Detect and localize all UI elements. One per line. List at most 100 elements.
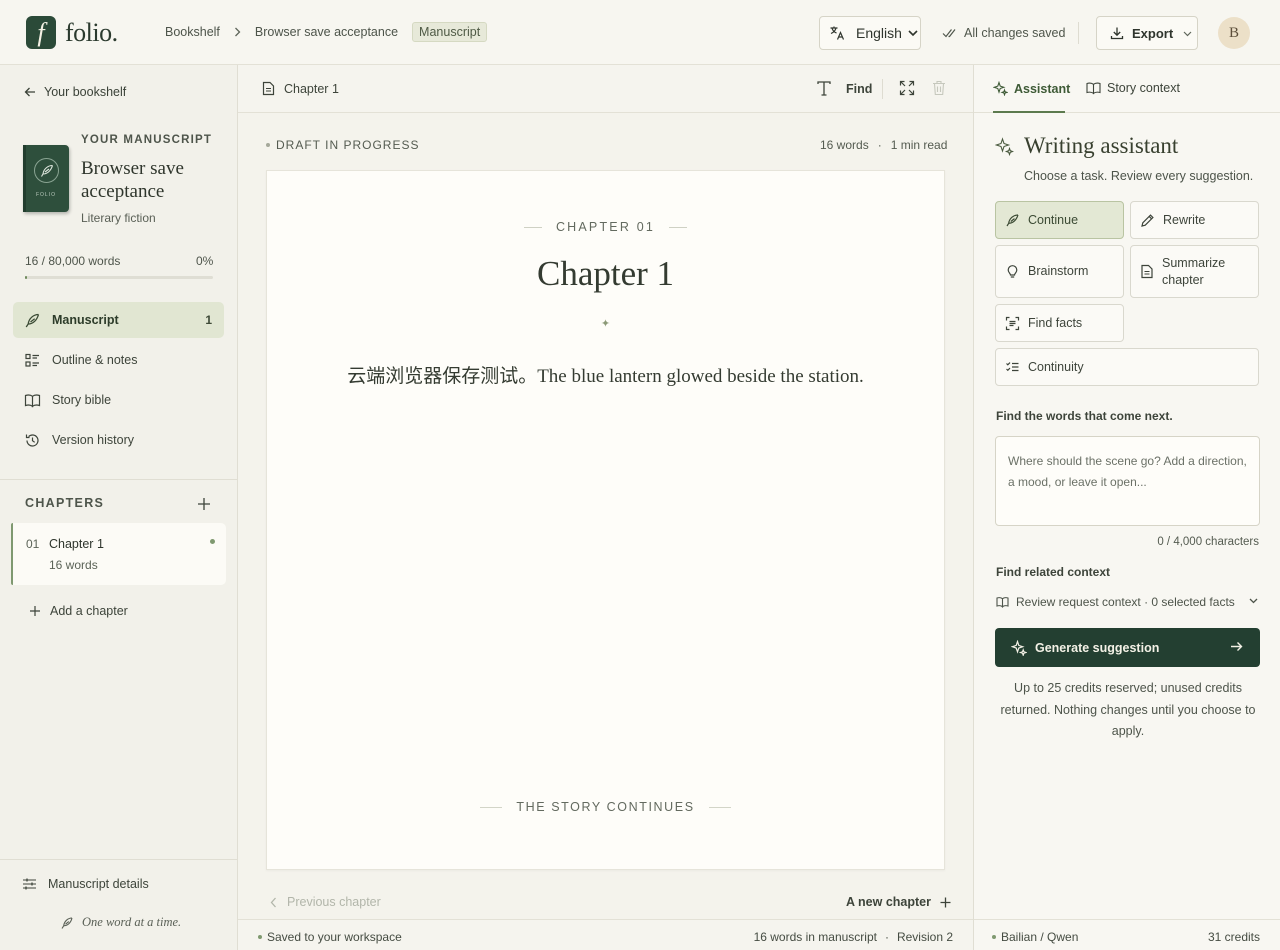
chapter-body-text[interactable]: 云端浏览器保存测试。The blue lantern glowed beside… xyxy=(267,361,944,388)
task-label: Rewrite xyxy=(1163,212,1206,227)
export-label: Export xyxy=(1132,25,1174,41)
chapter-title: Chapter 1 xyxy=(49,537,104,551)
workspace-save-label: Saved to your workspace xyxy=(267,930,402,944)
tab-label: Story context xyxy=(1107,81,1180,95)
manuscript-genre: Literary fiction xyxy=(81,211,156,225)
panel-tabs: Assistant Story context xyxy=(974,65,1280,113)
previous-chapter-button[interactable]: Previous chapter xyxy=(270,895,381,909)
sliders-icon xyxy=(22,877,37,891)
book-cover: FOLIO xyxy=(23,145,69,212)
character-count: 0 / 4,000 characters xyxy=(1157,536,1259,548)
prompt-input[interactable] xyxy=(995,436,1260,526)
new-chapter-button[interactable]: A new chapter xyxy=(846,895,951,909)
breadcrumb: Bookshelf Browser save acceptance Manusc… xyxy=(165,22,488,42)
chevron-down-icon xyxy=(1183,30,1192,37)
tab-label: Assistant xyxy=(1014,81,1071,96)
generate-suggestion-button[interactable]: Generate suggestion xyxy=(995,628,1260,667)
sparkle-icon xyxy=(1011,639,1027,656)
history-icon xyxy=(24,432,41,449)
language-select[interactable]: English xyxy=(819,16,921,50)
manuscript-word-count: 16 words in manuscript xyxy=(753,930,877,944)
manuscript-page[interactable]: CHAPTER 01 Chapter 1 ✦ 云端浏览器保存测试。The blu… xyxy=(266,170,945,870)
logo[interactable]: f folio. xyxy=(26,16,118,49)
chapter-word-count: 16 words xyxy=(49,558,98,572)
outline-icon xyxy=(24,352,41,369)
manuscript-details-button[interactable]: Manuscript details xyxy=(22,877,149,891)
assistant-panel: Assistant Story context Writing assistan… xyxy=(973,65,1280,950)
scan-text-icon xyxy=(1005,316,1020,331)
back-to-bookshelf[interactable]: Your bookshelf xyxy=(24,85,126,99)
breadcrumb-current: Manuscript xyxy=(412,22,488,42)
sidebar-item-outline[interactable]: Outline & notes xyxy=(13,342,224,378)
prompt-label: Find the words that come next. xyxy=(996,409,1173,423)
sidebar-item-story-bible[interactable]: Story bible xyxy=(13,382,224,418)
feather-icon xyxy=(60,916,74,930)
separator-dot: · xyxy=(884,930,889,944)
book-icon xyxy=(24,392,41,409)
chapter-title[interactable]: Chapter 1 xyxy=(267,254,944,294)
sparkle-icon xyxy=(995,136,1014,156)
task-summarize-button[interactable]: Summarize chapter xyxy=(1130,245,1259,298)
double-check-icon xyxy=(942,28,957,38)
document-icon xyxy=(1140,264,1154,279)
arrow-right-icon xyxy=(1230,640,1243,653)
reading-meta: 16 words · 1 min read xyxy=(820,138,947,152)
nav-label: Version history xyxy=(52,433,134,447)
lightbulb-icon xyxy=(1005,264,1020,279)
manuscript-eyebrow: YOUR MANUSCRIPT xyxy=(81,134,213,146)
separator-dot: · xyxy=(877,138,882,152)
tab-story-context[interactable]: Story context xyxy=(1086,81,1180,95)
manuscript-stats: 16 words in manuscript · Revision 2 xyxy=(754,930,953,944)
breadcrumb-bookshelf[interactable]: Bookshelf xyxy=(165,25,220,39)
avatar[interactable]: B xyxy=(1218,17,1250,49)
word-count: 16 words xyxy=(820,138,869,152)
save-status-label: All changes saved xyxy=(964,26,1066,40)
sparkle-icon xyxy=(993,81,1008,96)
manuscript-title: Browser save acceptance xyxy=(81,158,184,202)
draft-status: DRAFT IN PROGRESS xyxy=(266,138,419,152)
task-find-facts-button[interactable]: Find facts xyxy=(995,304,1124,342)
chapter-number: 01 xyxy=(26,537,40,551)
plus-icon xyxy=(29,605,41,617)
sidebar-item-manuscript[interactable]: Manuscript 1 xyxy=(13,302,224,338)
cover-brand: FOLIO xyxy=(35,192,56,198)
assistant-title: Writing assistant xyxy=(995,133,1178,159)
provider-label: Bailian / Qwen xyxy=(1001,930,1079,944)
export-button[interactable]: Export xyxy=(1096,16,1198,50)
task-rewrite-button[interactable]: Rewrite xyxy=(1130,201,1259,239)
find-button[interactable]: Find xyxy=(846,82,872,96)
tab-assistant[interactable]: Assistant xyxy=(993,81,1070,96)
rule-right xyxy=(708,806,731,808)
assistant-subtitle: Choose a task. Review every suggestion. xyxy=(1024,169,1254,183)
expand-icon[interactable] xyxy=(899,80,915,96)
trash-icon[interactable] xyxy=(932,80,946,96)
credits-balance: 31 credits xyxy=(1207,930,1260,944)
download-icon xyxy=(1110,26,1124,40)
context-select[interactable]: Review request context · 0 selected fact… xyxy=(996,595,1258,609)
status-dot xyxy=(258,935,262,939)
chevron-left-icon xyxy=(270,897,277,908)
book-icon xyxy=(1086,81,1101,95)
divider xyxy=(0,479,237,480)
breadcrumb-project[interactable]: Browser save acceptance xyxy=(255,25,398,39)
text-format-icon[interactable] xyxy=(816,80,832,97)
nav-label: Outline & notes xyxy=(52,353,138,367)
task-continuity-button[interactable]: Continuity xyxy=(995,348,1259,386)
sidebar-item-version-history[interactable]: Version history xyxy=(13,422,224,458)
chapter-eyebrow-label: CHAPTER 01 xyxy=(555,220,656,234)
back-label: Your bookshelf xyxy=(44,85,127,99)
add-chapter-button[interactable]: Add a chapter xyxy=(29,604,128,618)
task-continue-button[interactable]: Continue xyxy=(995,201,1124,239)
context-label: Find related context xyxy=(996,565,1111,579)
editor-toolbar: Chapter 1 Find xyxy=(238,65,973,113)
language-label: English xyxy=(856,25,902,41)
book-icon xyxy=(996,596,1009,608)
tab-chapter[interactable]: Chapter 1 xyxy=(262,81,339,96)
task-brainstorm-button[interactable]: Brainstorm xyxy=(995,245,1124,298)
draft-status-label: DRAFT IN PROGRESS xyxy=(276,138,420,152)
pencil-icon xyxy=(1140,213,1155,228)
chapter-list-item[interactable]: 01 Chapter 1 16 words xyxy=(11,523,226,585)
progress-bar xyxy=(25,276,213,279)
add-chapter-plus-icon[interactable] xyxy=(197,497,211,511)
save-status: All changes saved xyxy=(942,26,1065,40)
